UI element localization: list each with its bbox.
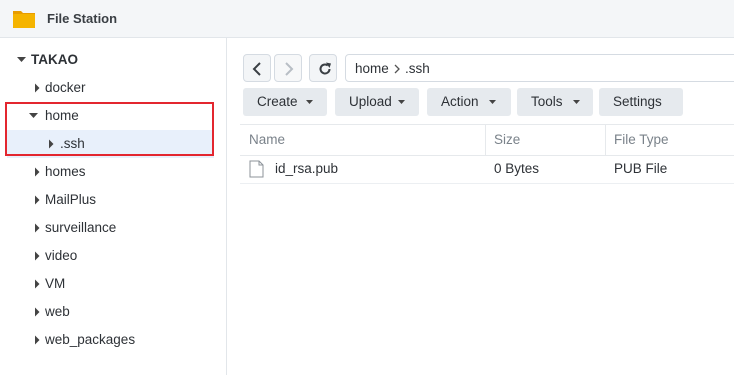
action-button[interactable]: Action: [427, 88, 511, 116]
caret-right-icon[interactable]: [33, 326, 43, 354]
upload-button[interactable]: Upload: [335, 88, 419, 116]
folder-tree: TAKAO docker home .ssh homes MailPlus su…: [0, 38, 227, 375]
tree-item-mailplus[interactable]: MailPlus: [0, 186, 216, 214]
caret-right-icon[interactable]: [33, 242, 43, 270]
action-button-label: Action: [441, 94, 479, 109]
tree-root-takao[interactable]: TAKAO: [0, 46, 216, 74]
tree-item-label: surveillance: [45, 220, 117, 235]
caret-right-icon[interactable]: [33, 74, 43, 102]
file-name: id_rsa.pub: [275, 161, 339, 176]
refresh-button[interactable]: [309, 54, 337, 82]
caret-down-icon: [489, 100, 496, 104]
path-segment-ssh[interactable]: .ssh: [405, 61, 430, 76]
tree-item-homes[interactable]: homes: [0, 158, 216, 186]
tree-item-label: docker: [45, 80, 86, 95]
tree-item-docker[interactable]: docker: [0, 74, 216, 102]
title-bar: File Station: [0, 0, 734, 38]
caret-right-icon[interactable]: [33, 298, 43, 326]
settings-button-label: Settings: [613, 94, 662, 109]
caret-right-icon[interactable]: [33, 158, 43, 186]
tree-item-surveillance[interactable]: surveillance: [0, 214, 216, 242]
forward-button[interactable]: [274, 54, 302, 82]
tree-item-label: web_packages: [45, 332, 136, 347]
caret-down-icon[interactable]: [17, 46, 27, 74]
chevron-right-icon: [285, 62, 294, 76]
caret-right-icon[interactable]: [33, 214, 43, 242]
refresh-icon: [319, 62, 331, 75]
app-title: File Station: [47, 11, 118, 26]
create-button-label: Create: [257, 94, 298, 109]
highlight-box: [5, 102, 214, 156]
tools-button[interactable]: Tools: [517, 88, 593, 116]
caret-down-icon: [306, 100, 313, 104]
column-header-file-type[interactable]: File Type: [614, 132, 669, 147]
settings-button[interactable]: Settings: [599, 88, 683, 116]
tree-item-label: MailPlus: [45, 192, 97, 207]
tree-item-label: homes: [45, 164, 86, 179]
file-icon: [249, 160, 264, 178]
caret-down-icon: [573, 100, 580, 104]
file-size: 0 Bytes: [494, 161, 540, 176]
file-list-header: Name Size File Type: [240, 124, 734, 156]
main-panel: home .ssh Create Upload Action Tools Set…: [227, 38, 734, 375]
caret-right-icon[interactable]: [33, 186, 43, 214]
tree-item-web[interactable]: web: [0, 298, 216, 326]
file-type: PUB File: [614, 161, 668, 176]
column-divider[interactable]: [485, 125, 486, 155]
caret-down-icon: [398, 100, 405, 104]
chevron-right-icon: [394, 64, 400, 74]
file-row[interactable]: id_rsa.pub 0 Bytes PUB File: [240, 155, 734, 184]
tools-button-label: Tools: [531, 94, 563, 109]
tree-item-video[interactable]: video: [0, 242, 216, 270]
column-header-size[interactable]: Size: [494, 132, 520, 147]
upload-button-label: Upload: [349, 94, 392, 109]
tree-root-label: TAKAO: [31, 52, 78, 67]
tree-item-vm[interactable]: VM: [0, 270, 216, 298]
back-button[interactable]: [243, 54, 271, 82]
caret-right-icon[interactable]: [33, 270, 43, 298]
column-header-name[interactable]: Name: [249, 132, 285, 147]
folder-icon: [13, 11, 35, 28]
tree-item-label: VM: [45, 276, 66, 291]
path-segment-home[interactable]: home: [355, 61, 389, 76]
create-button[interactable]: Create: [243, 88, 327, 116]
tree-item-label: web: [45, 304, 70, 319]
tree-item-web-packages[interactable]: web_packages: [0, 326, 216, 354]
path-bar[interactable]: home .ssh: [345, 54, 734, 82]
chevron-left-icon: [252, 62, 261, 76]
tree-item-label: video: [45, 248, 78, 263]
column-divider[interactable]: [605, 125, 606, 155]
